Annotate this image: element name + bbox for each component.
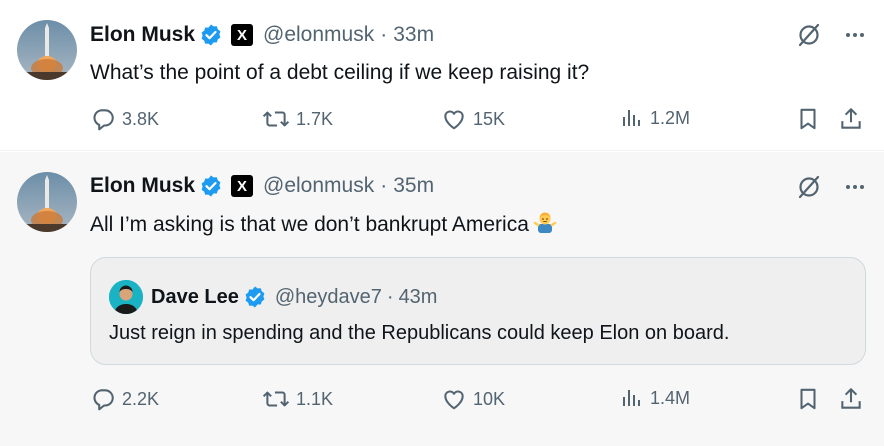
bookmark-icon	[795, 106, 821, 132]
affiliate-x-badge-icon[interactable]: X	[231, 175, 254, 197]
reply-count: 2.2K	[122, 388, 160, 409]
quoted-tweet-card[interactable]: Dave Lee @heydave7 · 43m Just reign in s…	[90, 257, 866, 365]
quoted-author-handle[interactable]: @heydave7	[275, 286, 382, 309]
quoted-timestamp[interactable]: 43m	[399, 286, 438, 309]
views-count: 1.4M	[650, 387, 691, 408]
dot-separator: ·	[386, 285, 394, 308]
grok-icon[interactable]	[796, 174, 822, 200]
tweet-feed: Elon Musk X @elonmusk · 33m What’s the p…	[0, 0, 884, 446]
views-button[interactable]: 1.4M	[620, 386, 690, 410]
reply-icon	[90, 386, 116, 412]
rocket-launch-avatar-image	[17, 20, 77, 80]
bookmark-icon	[795, 386, 821, 412]
share-icon	[838, 386, 864, 412]
quoted-tweet-text: Just reign in spending and the Republica…	[109, 322, 730, 344]
reply-count: 3.8K	[122, 108, 160, 129]
retweet-count: 1.1K	[296, 388, 334, 409]
verified-badge-icon	[243, 285, 267, 309]
tweet-header: Elon Musk X @elonmusk · 35m	[90, 172, 434, 200]
bookmark-button[interactable]	[795, 386, 821, 412]
timestamp[interactable]: 33m	[393, 23, 434, 47]
author-handle[interactable]: @elonmusk	[263, 23, 374, 47]
more-icon[interactable]	[844, 24, 866, 46]
tweet-top-actions	[796, 22, 866, 48]
dot-separator: ·	[380, 23, 388, 46]
share-icon	[838, 106, 864, 132]
timestamp[interactable]: 35m	[393, 174, 434, 198]
person-shrugging-emoji-icon	[533, 210, 557, 234]
reply-button[interactable]: 3.8K	[90, 106, 159, 132]
heart-icon	[441, 386, 467, 412]
retweet-icon	[262, 106, 290, 132]
bookmark-button[interactable]	[795, 106, 821, 132]
verified-badge-icon	[199, 23, 223, 47]
share-button[interactable]	[838, 386, 864, 412]
more-icon[interactable]	[844, 176, 866, 198]
retweet-count: 1.7K	[296, 108, 334, 129]
share-button[interactable]	[838, 106, 864, 132]
retweet-button[interactable]: 1.7K	[262, 106, 333, 132]
views-icon	[620, 386, 644, 410]
reply-button[interactable]: 2.2K	[90, 386, 159, 412]
tweet-action-bar: 2.2K 1.1K 10K 1.4M	[90, 386, 866, 414]
tweet-1[interactable]: Elon Musk X @elonmusk · 33m What’s the p…	[0, 0, 884, 151]
dot-separator: ·	[380, 174, 388, 197]
like-button[interactable]: 15K	[441, 106, 505, 132]
author-name[interactable]: Elon Musk	[90, 174, 195, 198]
retweet-button[interactable]: 1.1K	[262, 386, 333, 412]
rocket-launch-avatar-image	[17, 172, 77, 232]
views-count: 1.2M	[650, 107, 691, 128]
grok-icon[interactable]	[796, 22, 822, 48]
retweet-icon	[262, 386, 290, 412]
tweet-text: What’s the point of a debt ceiling if we…	[90, 61, 590, 84]
author-handle[interactable]: @elonmusk	[263, 174, 374, 198]
verified-badge-icon	[199, 174, 223, 198]
tweet-header: Elon Musk X @elonmusk · 33m	[90, 21, 434, 49]
quoted-tweet-header: Dave Lee @heydave7 · 43m	[109, 280, 437, 314]
tweet-top-actions	[796, 174, 866, 200]
tweet-action-bar: 3.8K 1.7K 15K 1.2M	[90, 106, 866, 134]
quoted-author-name[interactable]: Dave Lee	[151, 286, 239, 309]
avatar[interactable]	[17, 20, 77, 80]
avatar[interactable]	[17, 172, 77, 232]
heart-icon	[441, 106, 467, 132]
quoted-author-avatar[interactable]	[109, 280, 143, 314]
like-count: 15K	[473, 108, 506, 129]
affiliate-x-badge-icon[interactable]: X	[231, 24, 254, 46]
views-button[interactable]: 1.2M	[620, 106, 690, 130]
tweet-2[interactable]: Elon Musk X @elonmusk · 35m All I’m aski…	[0, 152, 884, 446]
reply-icon	[90, 106, 116, 132]
tweet-text: All I’m asking is that we don’t bankrupt…	[90, 210, 557, 237]
like-button[interactable]: 10K	[441, 386, 505, 412]
tweet-text-content: All I’m asking is that we don’t bankrupt…	[90, 213, 529, 236]
like-count: 10K	[473, 388, 506, 409]
author-name[interactable]: Elon Musk	[90, 23, 195, 47]
views-icon	[620, 106, 644, 130]
